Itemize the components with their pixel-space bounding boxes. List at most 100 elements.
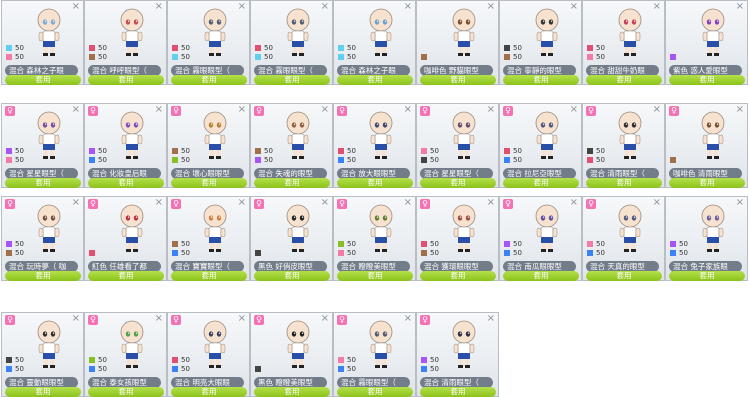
apply-button[interactable]: 套用 — [420, 75, 496, 85]
eye-style-card[interactable]: × ♀ 50 50 混合 瞪瞪美眼型 套用 — [333, 196, 416, 281]
apply-button[interactable]: 套用 — [586, 178, 662, 188]
eye-style-card[interactable]: × 50 50 混合 甜甜牛奶眼 套用 — [582, 0, 665, 85]
close-icon[interactable]: × — [321, 104, 329, 115]
close-icon[interactable]: × — [653, 1, 661, 12]
close-icon[interactable]: × — [321, 1, 329, 12]
apply-button[interactable]: 套用 — [420, 387, 496, 397]
close-icon[interactable]: × — [238, 104, 246, 115]
eye-style-card[interactable]: × ♀ 50 50 混合 星星眼型（ 套用 — [416, 103, 499, 188]
apply-button[interactable]: 套用 — [171, 271, 247, 281]
close-icon[interactable]: × — [238, 313, 246, 324]
apply-button[interactable]: 套用 — [254, 75, 330, 85]
close-icon[interactable]: × — [72, 104, 80, 115]
apply-button[interactable]: 套用 — [337, 178, 413, 188]
eye-style-card[interactable]: × ♀ 50 50 混合 泰女孩眼型 套用 — [84, 312, 167, 397]
eye-style-card[interactable]: × ♀ 50 50 混合 明亮大眼眼 套用 — [167, 312, 250, 397]
apply-button[interactable]: 套用 — [5, 75, 81, 85]
eye-style-card[interactable]: × ♀ 50 50 混合 玩時夢（ 咖套用 — [1, 196, 84, 281]
apply-button[interactable]: 套用 — [503, 271, 579, 281]
eye-style-card[interactable]: × ♀ 紅色 任雄看了都 套用 — [84, 196, 167, 281]
eye-style-card[interactable]: × 50 50 混合 森林之子眼 套用 — [333, 0, 416, 85]
apply-button[interactable]: 套用 — [586, 271, 662, 281]
eye-style-card[interactable]: × ♀ 咖啡色 清雨眼型 套用 — [665, 103, 748, 188]
eye-style-card[interactable]: × ♀ 50 50 混合 壞心眼眼型 套用 — [167, 103, 250, 188]
close-icon[interactable]: × — [155, 313, 163, 324]
apply-button[interactable]: 套用 — [5, 387, 81, 397]
apply-button[interactable]: 套用 — [337, 271, 413, 281]
character-figure — [615, 203, 645, 253]
apply-button[interactable]: 套用 — [337, 387, 413, 397]
close-icon[interactable]: × — [321, 197, 329, 208]
apply-button[interactable]: 套用 — [586, 75, 662, 85]
eye-style-card[interactable]: × ♀ 50 50 混合 清雨眼型（ 套用 — [582, 103, 665, 188]
eye-style-card[interactable]: × ♀ 50 50 混合 化妝皇后眼 套用 — [84, 103, 167, 188]
close-icon[interactable]: × — [736, 104, 744, 115]
eye-style-card[interactable]: × ♀ 50 50 混合 星星眼型（ 套用 — [1, 103, 84, 188]
apply-button[interactable]: 套用 — [171, 387, 247, 397]
close-icon[interactable]: × — [72, 313, 80, 324]
eye-style-card[interactable]: × ♀ 50 50 混合 失魂的眼型 套用 — [250, 103, 333, 188]
apply-button[interactable]: 套用 — [5, 178, 81, 188]
apply-button[interactable]: 套用 — [420, 178, 496, 188]
close-icon[interactable]: × — [404, 104, 412, 115]
apply-button[interactable]: 套用 — [503, 75, 579, 85]
apply-button[interactable]: 套用 — [88, 178, 164, 188]
apply-button[interactable]: 套用 — [337, 75, 413, 85]
apply-button[interactable]: 套用 — [254, 271, 330, 281]
apply-button[interactable]: 套用 — [254, 387, 330, 397]
close-icon[interactable]: × — [404, 313, 412, 324]
close-icon[interactable]: × — [321, 313, 329, 324]
eye-style-card[interactable]: × ♀ 50 50 混合 獲環眼眼型 套用 — [416, 196, 499, 281]
eye-style-card[interactable]: × 紫色 惑人愛眼型 套用 — [665, 0, 748, 85]
close-icon[interactable]: × — [72, 197, 80, 208]
apply-button[interactable]: 套用 — [669, 75, 745, 85]
close-icon[interactable]: × — [570, 1, 578, 12]
eye-style-card[interactable]: × ♀ 50 50 混合 清雨眼型（ 套用 — [416, 312, 499, 397]
eye-style-card[interactable]: × 50 50 混合 霧眼眼型（ 套用 — [167, 0, 250, 85]
eye-style-card[interactable]: × ♀ 50 50 混合 南瓜眼眼型 套用 — [499, 196, 582, 281]
close-icon[interactable]: × — [653, 197, 661, 208]
close-icon[interactable]: × — [155, 104, 163, 115]
close-icon[interactable]: × — [404, 1, 412, 12]
eye-style-card[interactable]: × ♀ 50 50 混合 靈動眼眼型 套用 — [1, 312, 84, 397]
eye-style-card[interactable]: × ♀ 50 50 混合 寶寶眼型（ 套用 — [167, 196, 250, 281]
apply-button[interactable]: 套用 — [254, 178, 330, 188]
apply-button[interactable]: 套用 — [171, 178, 247, 188]
close-icon[interactable]: × — [155, 197, 163, 208]
eye-style-card[interactable]: × 50 50 混合 森林之子眼 套用 — [1, 0, 84, 85]
eye-style-card[interactable]: × 50 50 混合 霧眼眼型（ 套用 — [250, 0, 333, 85]
apply-button[interactable]: 套用 — [88, 75, 164, 85]
apply-button[interactable]: 套用 — [88, 387, 164, 397]
apply-button[interactable]: 套用 — [669, 178, 745, 188]
close-icon[interactable]: × — [238, 1, 246, 12]
eye-style-card[interactable]: × ♀ 黑色 好俏皮眼型 套用 — [250, 196, 333, 281]
close-icon[interactable]: × — [570, 197, 578, 208]
eye-style-card[interactable]: × ♀ 黑色 瞪瞪美眼型 套用 — [250, 312, 333, 397]
eye-style-card[interactable]: × ♀ 50 50 混合 天真的眼型 套用 — [582, 196, 665, 281]
eye-style-card[interactable]: × ♀ 50 50 混合 霧眼眼型（ 套用 — [333, 312, 416, 397]
close-icon[interactable]: × — [487, 197, 495, 208]
close-icon[interactable]: × — [736, 197, 744, 208]
close-icon[interactable]: × — [155, 1, 163, 12]
eye-style-card[interactable]: × 50 50 混合 呼呼眼型（ 套用 — [84, 0, 167, 85]
apply-button[interactable]: 套用 — [5, 271, 81, 281]
eye-style-card[interactable]: × 50 50 混合 兔子家族眼 套用 — [665, 196, 748, 281]
close-icon[interactable]: × — [238, 197, 246, 208]
close-icon[interactable]: × — [404, 197, 412, 208]
close-icon[interactable]: × — [487, 313, 495, 324]
close-icon[interactable]: × — [736, 1, 744, 12]
close-icon[interactable]: × — [487, 1, 495, 12]
eye-style-card[interactable]: × ♀ 50 50 混合 拉尼亞眼型 套用 — [499, 103, 582, 188]
eye-style-card[interactable]: × ♀ 50 50 混合 放大眼眼型 套用 — [333, 103, 416, 188]
apply-button[interactable]: 套用 — [669, 271, 745, 281]
close-icon[interactable]: × — [72, 1, 80, 12]
eye-style-card[interactable]: × 咖啡色 野貓眼型 套用 — [416, 0, 499, 85]
close-icon[interactable]: × — [570, 104, 578, 115]
close-icon[interactable]: × — [487, 104, 495, 115]
eye-style-card[interactable]: × 50 50 混合 寧靜的眼型 套用 — [499, 0, 582, 85]
close-icon[interactable]: × — [653, 104, 661, 115]
apply-button[interactable]: 套用 — [88, 271, 164, 281]
apply-button[interactable]: 套用 — [171, 75, 247, 85]
apply-button[interactable]: 套用 — [503, 178, 579, 188]
apply-button[interactable]: 套用 — [420, 271, 496, 281]
